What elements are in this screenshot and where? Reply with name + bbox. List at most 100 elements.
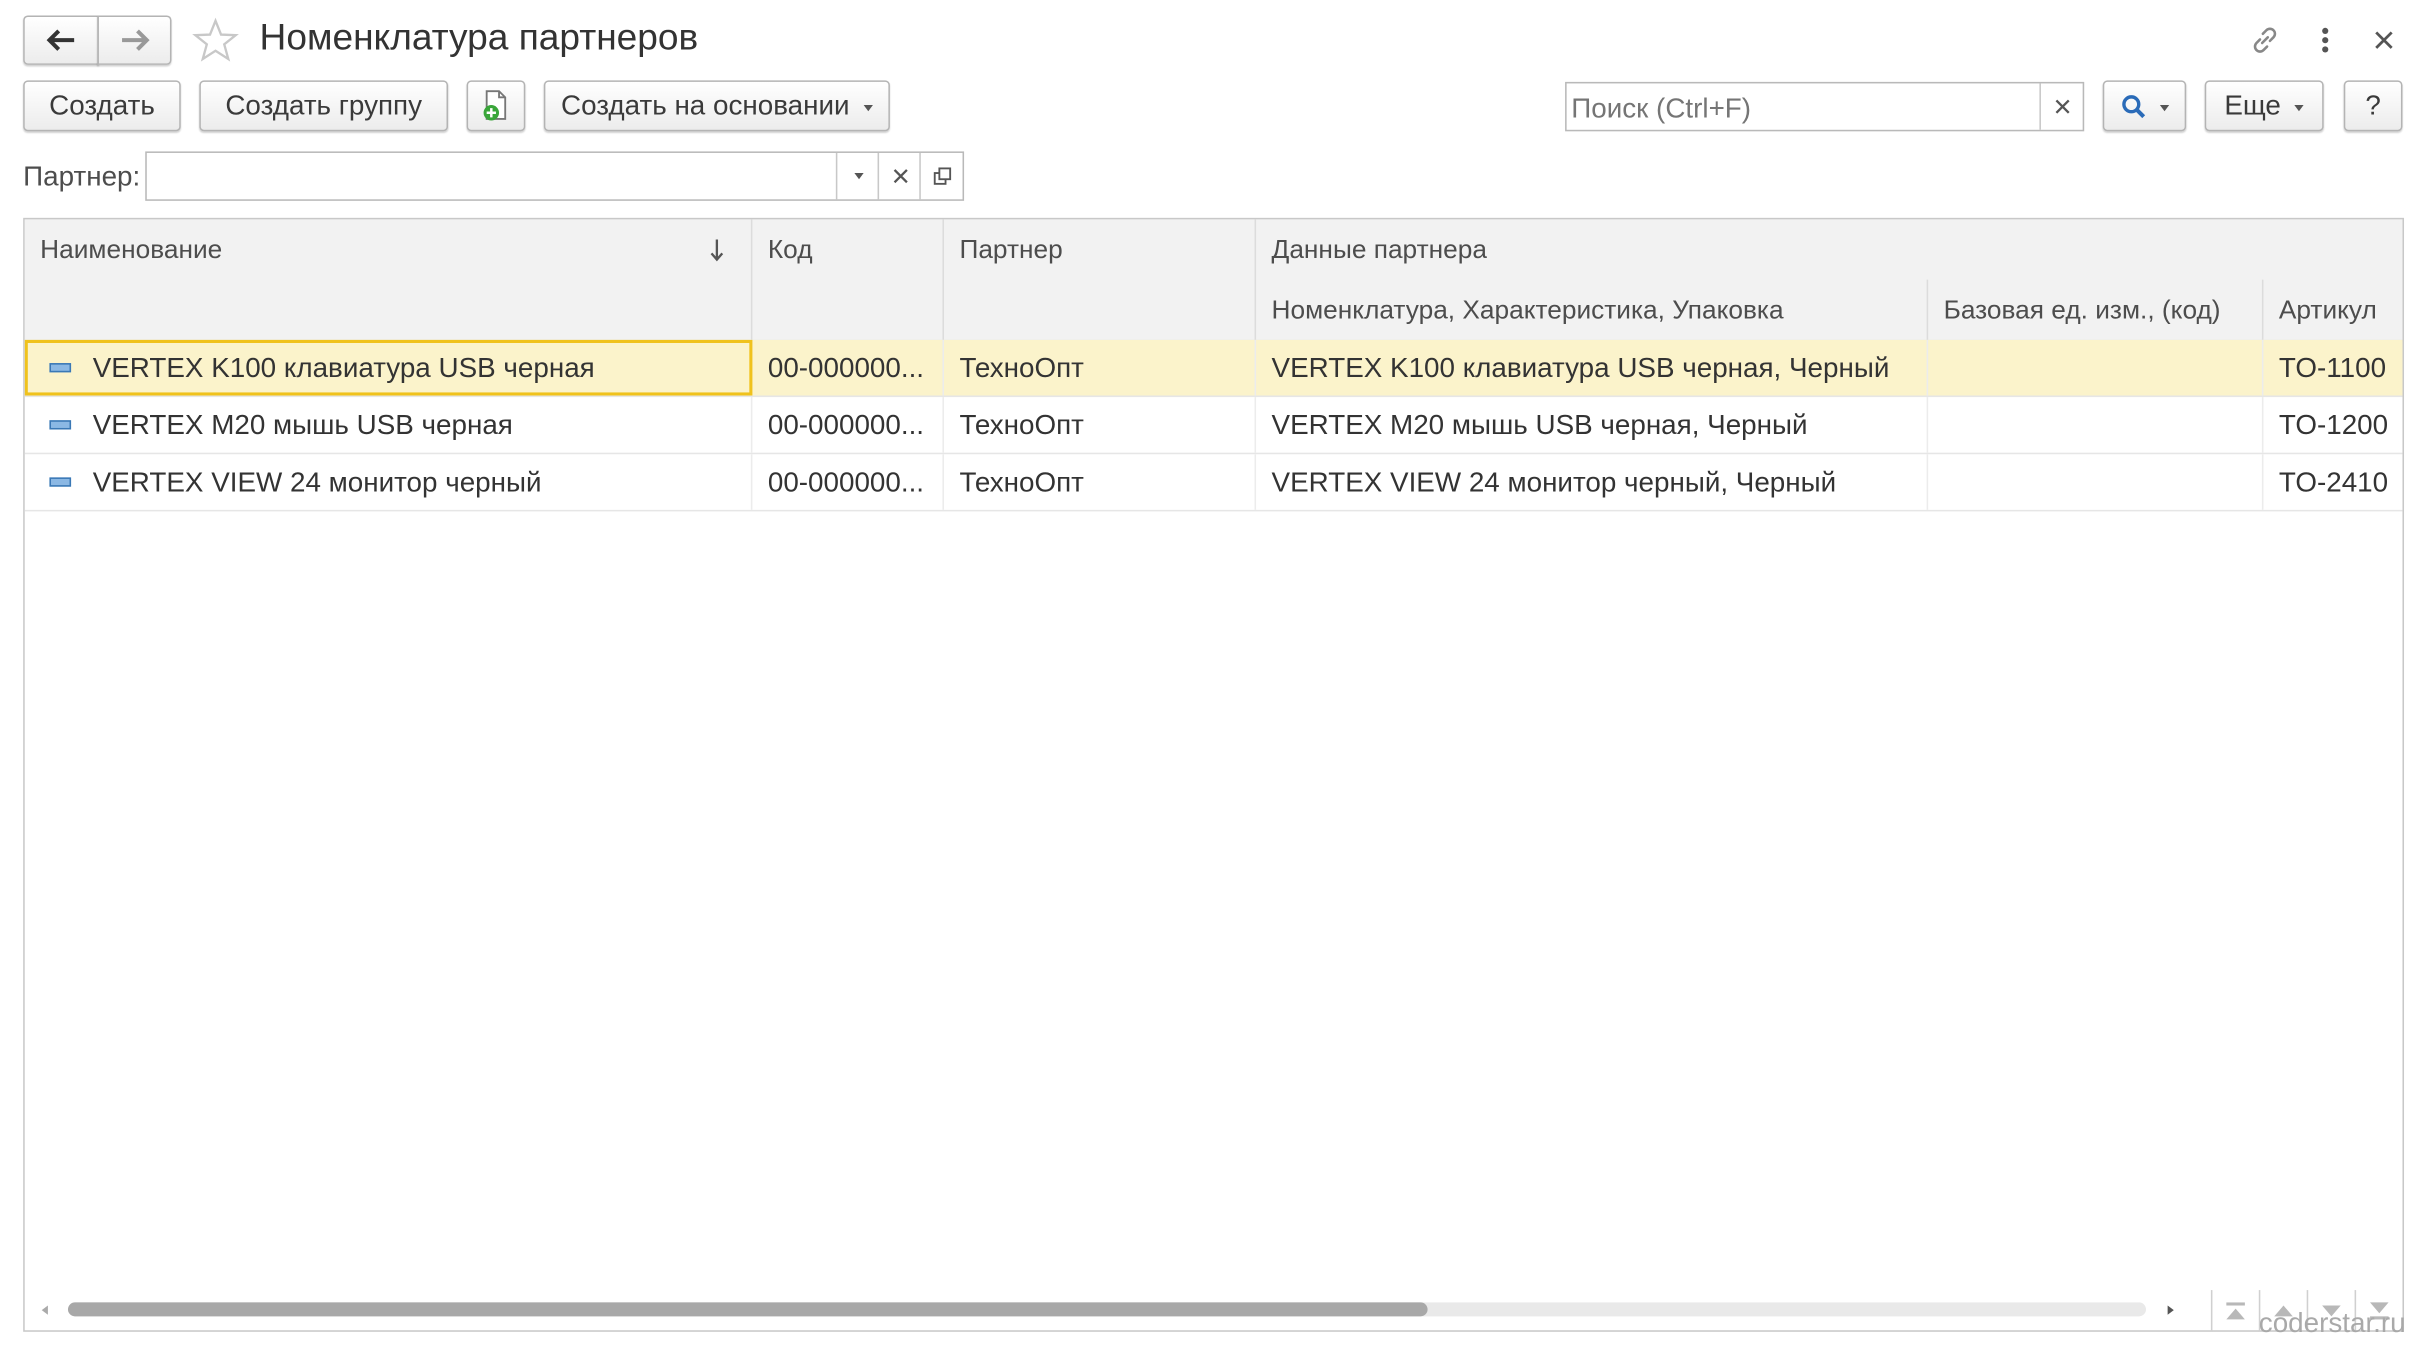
go-to-first-button[interactable] — [2210, 1290, 2259, 1332]
cell-nomenclature-text: VERTEX K100 клавиатура USB черная, Черны… — [1271, 351, 1890, 383]
cell-base-unit — [1928, 454, 2264, 510]
column-header-article[interactable]: Артикул — [2263, 280, 2402, 340]
partner-nomenclature-table: Наименование Код Партнер Данные партнера… — [23, 217, 2405, 1332]
cell-article: TO-1100 — [2263, 340, 2402, 396]
partner-filter-field[interactable] — [145, 151, 965, 203]
cell-partner: ТехноОпт — [944, 397, 1257, 453]
create-button[interactable]: Создать — [23, 80, 181, 132]
cell-article-text: TO-1100 — [2278, 351, 2387, 383]
cell-code-text: 00-000000... — [767, 465, 925, 497]
cell-base-unit — [1928, 339, 2264, 396]
cell-base-unit — [1928, 397, 2264, 453]
cell-name: VERTEX K100 клавиатура USB черная — [25, 339, 753, 396]
close-icon — [2375, 31, 2393, 49]
more-vertical-icon — [2322, 27, 2329, 53]
cell-partner-text: ТехноОпт — [959, 465, 1084, 497]
search-field[interactable] — [1565, 81, 2085, 133]
cell-name: VERTEX VIEW 24 монитор черный — [25, 454, 753, 510]
partner-clear-button[interactable] — [877, 152, 921, 200]
cell-name-text: VERTEX VIEW 24 монитор черный — [92, 465, 542, 497]
search-icon — [2121, 94, 2145, 118]
column-group-partner-data-label: Данные партнера — [1271, 234, 1487, 264]
forward-button[interactable] — [97, 15, 172, 65]
arrow-right-icon — [122, 29, 150, 51]
help-button[interactable]: ? — [2343, 80, 2403, 132]
column-header-nomenclature-label: Номенклатура, Характеристика, Упаковка — [1271, 294, 1784, 324]
window: Номенклатура партнеров Создать Создать г… — [0, 0, 2426, 1351]
favorite-button[interactable] — [190, 15, 241, 66]
table-row[interactable]: VERTEX M20 мышь USB черная 00-000000... … — [24, 397, 2403, 455]
search-button[interactable] — [2102, 80, 2187, 132]
cell-article: TO-2410 — [2263, 454, 2402, 510]
cell-partner: ТехноОпт — [944, 339, 1257, 396]
column-header-partner-label: Партнер — [959, 234, 1063, 265]
open-icon — [933, 167, 951, 185]
cell-partner: ТехноОпт — [944, 454, 1257, 510]
more-actions-button[interactable] — [2310, 22, 2341, 59]
column-group-partner-data: Данные партнера — [1256, 219, 2402, 279]
cell-nomenclature-text: VERTEX M20 мышь USB черная, Черный — [1271, 408, 1808, 440]
cell-code-text: 00-000000... — [767, 351, 925, 383]
more-button[interactable]: Еще — [2204, 80, 2324, 132]
partner-filter-input[interactable] — [146, 152, 843, 203]
cell-code: 00-000000... — [752, 454, 944, 510]
cell-name-text: VERTEX M20 мышь USB черная — [92, 408, 513, 440]
cell-article: TO-1200 — [2263, 397, 2402, 453]
cell-partner-text: ТехноОпт — [959, 351, 1084, 383]
create-group-button-label: Создать группу — [225, 89, 423, 121]
sort-down-icon — [710, 239, 724, 262]
item-icon — [49, 420, 72, 430]
create-button-label: Создать — [49, 89, 155, 121]
dropdown-icon — [863, 104, 873, 111]
dropdown-icon — [853, 173, 863, 180]
item-icon — [49, 363, 72, 373]
dropdown-icon — [2294, 104, 2305, 111]
cell-code: 00-000000... — [752, 397, 944, 453]
column-header-partner[interactable]: Партнер — [944, 219, 1257, 340]
link-icon — [2253, 27, 2277, 53]
cell-name: VERTEX M20 мышь USB черная — [25, 397, 753, 453]
cell-nomenclature: VERTEX K100 клавиатура USB черная, Черны… — [1256, 339, 1929, 396]
close-icon — [2054, 99, 2069, 114]
column-header-base-unit[interactable]: Базовая ед. изм., (код) — [1928, 279, 2264, 340]
copy-document-icon — [483, 89, 507, 120]
scroll-left-arrow[interactable] — [34, 1298, 56, 1323]
horizontal-scrollbar-thumb[interactable] — [67, 1302, 1428, 1317]
partner-filter-label: Партнер: — [23, 160, 141, 192]
more-button-label: Еще — [2224, 89, 2281, 121]
cell-nomenclature: VERTEX M20 мышь USB черная, Черный — [1256, 397, 1929, 453]
watermark: coderstar.ru — [2258, 1307, 2406, 1338]
item-icon — [49, 477, 72, 487]
arrow-left-icon — [45, 29, 74, 51]
dropdown-icon — [2159, 104, 2169, 111]
column-header-article-label: Артикул — [2278, 294, 2377, 324]
table-header: Наименование Код Партнер Данные партнера… — [24, 219, 2403, 342]
partner-open-button[interactable] — [919, 152, 962, 200]
cell-partner-text: ТехноОпт — [959, 408, 1084, 440]
cell-name-text: VERTEX K100 клавиатура USB черная — [92, 351, 595, 383]
search-input[interactable] — [1566, 83, 2046, 133]
chevron-right-icon — [2167, 1305, 2174, 1315]
link-button[interactable] — [2245, 22, 2285, 59]
table-row[interactable]: VERTEX K100 клавиатура USB черная 00-000… — [24, 339, 2403, 398]
cell-code-text: 00-000000... — [767, 408, 925, 440]
search-clear-button[interactable] — [2039, 83, 2082, 130]
back-button[interactable] — [23, 15, 99, 65]
help-button-label: ? — [2365, 89, 2381, 121]
table-row[interactable]: VERTEX VIEW 24 монитор черный 00-000000.… — [24, 454, 2403, 512]
clear-icon — [892, 169, 907, 184]
cell-code: 00-000000... — [752, 339, 944, 396]
column-header-name[interactable]: Наименование — [25, 219, 753, 340]
create-group-button[interactable]: Создать группу — [199, 80, 449, 132]
column-header-nomenclature[interactable]: Номенклатура, Характеристика, Упаковка — [1256, 279, 1929, 340]
copy-button[interactable] — [466, 80, 526, 132]
scroll-right-arrow[interactable] — [2160, 1298, 2182, 1323]
column-header-code-label: Код — [767, 234, 813, 265]
create-based-on-button[interactable]: Создать на основании — [543, 80, 890, 132]
column-header-code[interactable]: Код — [752, 219, 944, 340]
partner-dropdown-button[interactable] — [835, 152, 879, 200]
close-button[interactable] — [2368, 22, 2399, 59]
cell-nomenclature-text: VERTEX VIEW 24 монитор черный, Черный — [1271, 465, 1837, 497]
bar-icon — [2226, 1302, 2245, 1306]
page-title: Номенклатура партнеров — [259, 16, 699, 59]
